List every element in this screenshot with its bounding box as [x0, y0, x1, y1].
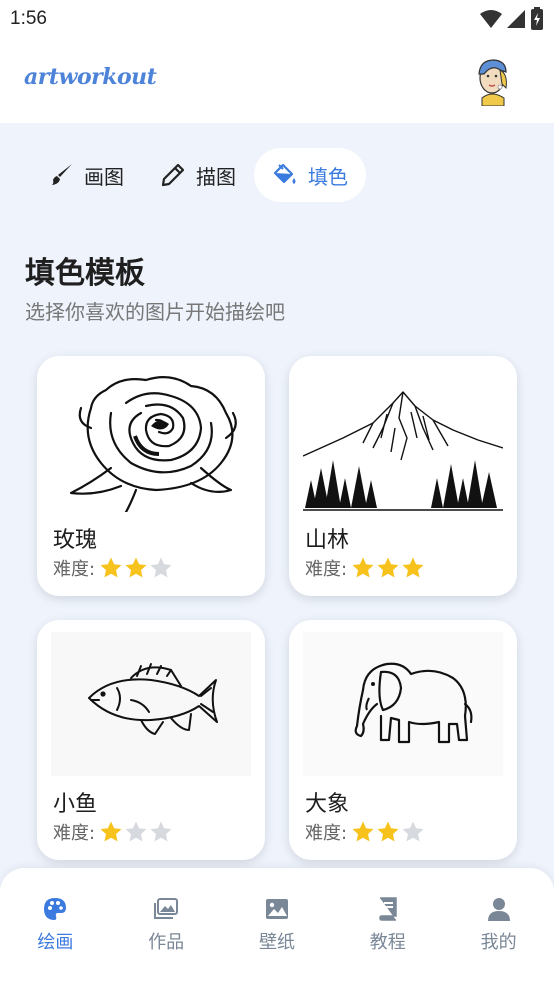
- difficulty-rating: 难度:: [305, 556, 425, 580]
- difficulty-rating: 难度:: [53, 556, 173, 580]
- star-filled-icon: [100, 821, 122, 842]
- star-rating: [99, 556, 173, 580]
- app-header: artworkout: [0, 40, 554, 123]
- template-card-rose[interactable]: 玫瑰 难度:: [37, 356, 265, 596]
- tab-fill[interactable]: 填色: [254, 148, 366, 202]
- template-name: 大象: [305, 792, 350, 817]
- template-card-mountain[interactable]: 山林 难度:: [289, 356, 517, 596]
- difficulty-label: 难度:: [305, 823, 348, 844]
- mountain-forest-image: [302, 368, 504, 512]
- tab-draw-label: 画图: [84, 164, 124, 189]
- section-subtitle: 选择你喜欢的图片开始描绘吧: [25, 300, 285, 324]
- nav-label: 我的: [480, 932, 517, 953]
- nav-label: 教程: [369, 932, 406, 953]
- template-name: 玫瑰: [53, 528, 98, 553]
- nav-item-draw[interactable]: 绘画: [0, 868, 111, 984]
- star-filled-icon: [402, 557, 424, 578]
- signal-icon: [507, 10, 525, 28]
- bottom-nav: 绘画 作品 壁纸 教程 我的: [0, 868, 554, 984]
- nav-label: 壁纸: [258, 932, 295, 953]
- template-name: 山林: [305, 528, 350, 553]
- difficulty-label: 难度:: [305, 559, 348, 580]
- tab-draw[interactable]: 画图: [30, 148, 142, 202]
- elephant-image: [303, 632, 503, 776]
- nav-item-profile[interactable]: 我的: [443, 868, 554, 984]
- star-rating: [351, 820, 425, 844]
- wifi-icon: [480, 10, 502, 28]
- gallery-icon: [153, 896, 179, 922]
- section-title: 填色模板: [25, 256, 145, 291]
- star-filled-icon: [100, 557, 122, 578]
- palette-icon: [42, 896, 68, 922]
- template-card-elephant[interactable]: 大象 难度:: [289, 620, 517, 860]
- star-empty-icon: [402, 821, 424, 842]
- star-filled-icon: [377, 557, 399, 578]
- mode-tabs: 画图 描图 填色: [30, 148, 366, 202]
- difficulty-label: 难度:: [53, 559, 96, 580]
- star-empty-icon: [125, 821, 147, 842]
- tab-fill-label: 填色: [308, 164, 348, 189]
- status-bar: 1:56: [0, 0, 554, 40]
- status-time: 1:56: [10, 8, 47, 29]
- star-rating: [351, 556, 425, 580]
- tab-trace[interactable]: 描图: [142, 148, 254, 202]
- fish-image: [51, 632, 251, 776]
- rose-image: [51, 368, 251, 514]
- template-card-fish[interactable]: 小鱼 难度:: [37, 620, 265, 860]
- difficulty-label: 难度:: [53, 823, 96, 844]
- nav-label: 作品: [148, 932, 185, 953]
- status-icons: [480, 7, 544, 31]
- paint-bucket-icon: [272, 162, 298, 188]
- star-empty-icon: [150, 557, 172, 578]
- nav-item-tutorial[interactable]: 教程: [332, 868, 443, 984]
- app-logo: artworkout: [24, 64, 157, 90]
- star-filled-icon: [377, 821, 399, 842]
- book-icon: [375, 896, 401, 922]
- star-filled-icon: [352, 557, 374, 578]
- nav-label: 绘画: [37, 932, 74, 953]
- star-empty-icon: [150, 821, 172, 842]
- star-filled-icon: [352, 821, 374, 842]
- difficulty-rating: 难度:: [305, 820, 425, 844]
- paintbrush-icon: [48, 162, 74, 188]
- difficulty-rating: 难度:: [53, 820, 173, 844]
- tab-trace-label: 描图: [196, 164, 236, 189]
- nav-item-wallpaper[interactable]: 壁纸: [222, 868, 333, 984]
- nav-item-works[interactable]: 作品: [111, 868, 222, 984]
- battery-icon: [531, 7, 543, 30]
- avatar[interactable]: [470, 54, 514, 106]
- person-icon: [486, 896, 512, 922]
- template-name: 小鱼: [53, 792, 98, 817]
- star-rating: [99, 820, 173, 844]
- pencil-icon: [160, 162, 186, 188]
- star-filled-icon: [125, 557, 147, 578]
- image-icon: [264, 896, 290, 922]
